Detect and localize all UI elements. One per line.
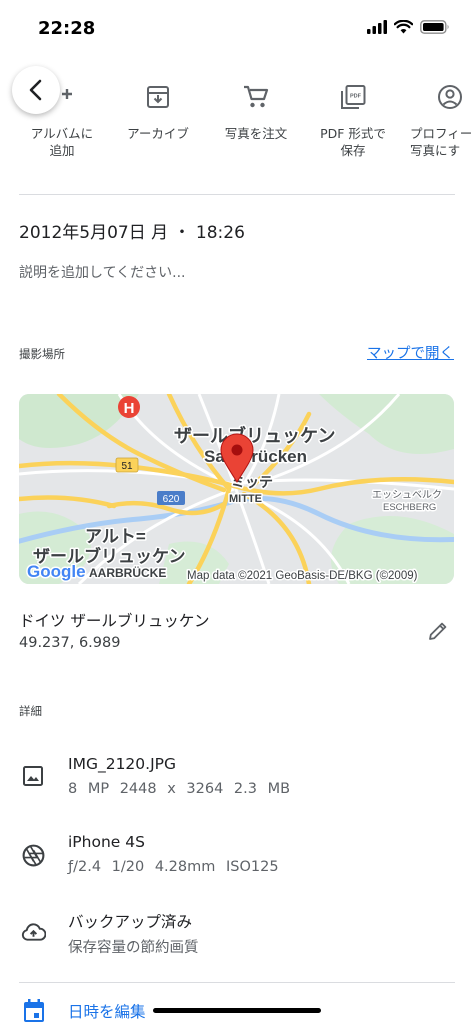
photo-datetime: 2012年5月07日 月 ・ 18:26	[19, 223, 245, 243]
road-shield-620: 620	[163, 494, 180, 505]
google-logo: Google	[27, 562, 86, 581]
file-name: IMG_2120.JPG	[68, 755, 177, 773]
camera-info-row: iPhone 4S ƒ/2.4 1/20 4.28mm ISO125	[0, 830, 474, 890]
location-section-title: 撮影場所	[19, 347, 65, 361]
map-label-east-de: ESCHBERG	[383, 502, 436, 513]
open-in-maps-link[interactable]: マップで開く	[367, 342, 454, 363]
svg-text:PDF: PDF	[350, 94, 362, 100]
signal-icon	[367, 20, 387, 34]
camera-meta: ƒ/2.4 1/20 4.28mm ISO125	[68, 859, 279, 875]
hospital-marker: H	[124, 400, 135, 417]
map-label-alt-3: AARBRÜCKE	[89, 565, 166, 580]
backup-info-row: バックアップ済み 保存容量の節約画質	[0, 908, 474, 968]
map-label-east-ja: エッシュベルク	[372, 489, 442, 501]
details-section-title: 詳細	[19, 704, 42, 718]
status-icons	[367, 20, 450, 34]
backup-status: バックアップ済み	[68, 913, 193, 931]
map-label-city-ja: ザールブリュッケン	[174, 425, 335, 446]
add-to-album-label: アルバムに 追加	[30, 126, 94, 158]
map-label-district-de: MITTE	[229, 493, 262, 505]
battery-icon	[420, 20, 449, 34]
location-map[interactable]: H 51 620 ザールブリュッケン Saarbrücken ミッテ MITTE…	[19, 394, 454, 584]
status-time: 22:28	[38, 18, 96, 39]
action-row: アルバムに 追加 アーカイブ 写真を注文 PDF PDF 形式で 保存 プロフィ…	[0, 80, 474, 180]
map-label-city-de: Saarbrücken	[204, 447, 307, 466]
pencil-icon	[429, 622, 447, 640]
location-name: ドイツ ザールブリュッケン	[19, 612, 210, 630]
location-coords: 49.237, 6.989	[19, 635, 121, 651]
image-icon	[21, 764, 45, 792]
status-bar: 22:28	[0, 0, 474, 54]
file-meta: 8 MP 2448 x 3264 2.3 MB	[68, 781, 291, 797]
back-button[interactable]	[12, 66, 60, 114]
edit-datetime-button[interactable]: 日時を編集	[68, 1000, 146, 1022]
divider	[19, 194, 455, 195]
wifi-icon	[394, 20, 413, 34]
backup-quality: 保存容量の節約画質	[68, 940, 199, 956]
set-profile-photo-button[interactable]: プロフィー 写真にす	[400, 80, 474, 159]
map-label-alt-1: アルト=	[85, 527, 146, 546]
file-info-row: IMG_2120.JPG 8 MP 2448 x 3264 2.3 MB	[0, 752, 474, 812]
order-photo-label: 写真を注文	[224, 126, 288, 141]
calendar-icon	[22, 998, 46, 1024]
camera-model: iPhone 4S	[68, 833, 145, 851]
account-icon	[400, 80, 474, 114]
road-shield-51: 51	[121, 461, 133, 472]
chevron-left-icon	[29, 79, 42, 101]
cloud-upload-icon	[21, 921, 47, 947]
set-profile-photo-label: プロフィー 写真にす	[410, 126, 473, 158]
camera-aperture-icon	[21, 843, 46, 872]
home-indicator	[153, 1008, 321, 1013]
description-input[interactable]: 説明を追加してください...	[19, 262, 186, 282]
pdf-icon: PDF	[303, 80, 403, 114]
order-photo-button[interactable]: 写真を注文	[206, 80, 306, 142]
save-pdf-button[interactable]: PDF PDF 形式で 保存	[303, 80, 403, 159]
archive-button[interactable]: アーカイブ	[108, 80, 208, 142]
map-graphic: H 51 620 ザールブリュッケン Saarbrücken ミッテ MITTE…	[19, 394, 454, 584]
archive-label: アーカイブ	[127, 126, 189, 141]
cart-icon	[206, 80, 306, 114]
divider	[19, 982, 455, 983]
archive-icon	[108, 80, 208, 114]
save-pdf-label: PDF 形式で 保存	[320, 126, 386, 158]
edit-location-button[interactable]	[426, 619, 450, 647]
map-credit: Map data ©2021 GeoBasis-DE/BKG (©2009)	[187, 570, 418, 582]
